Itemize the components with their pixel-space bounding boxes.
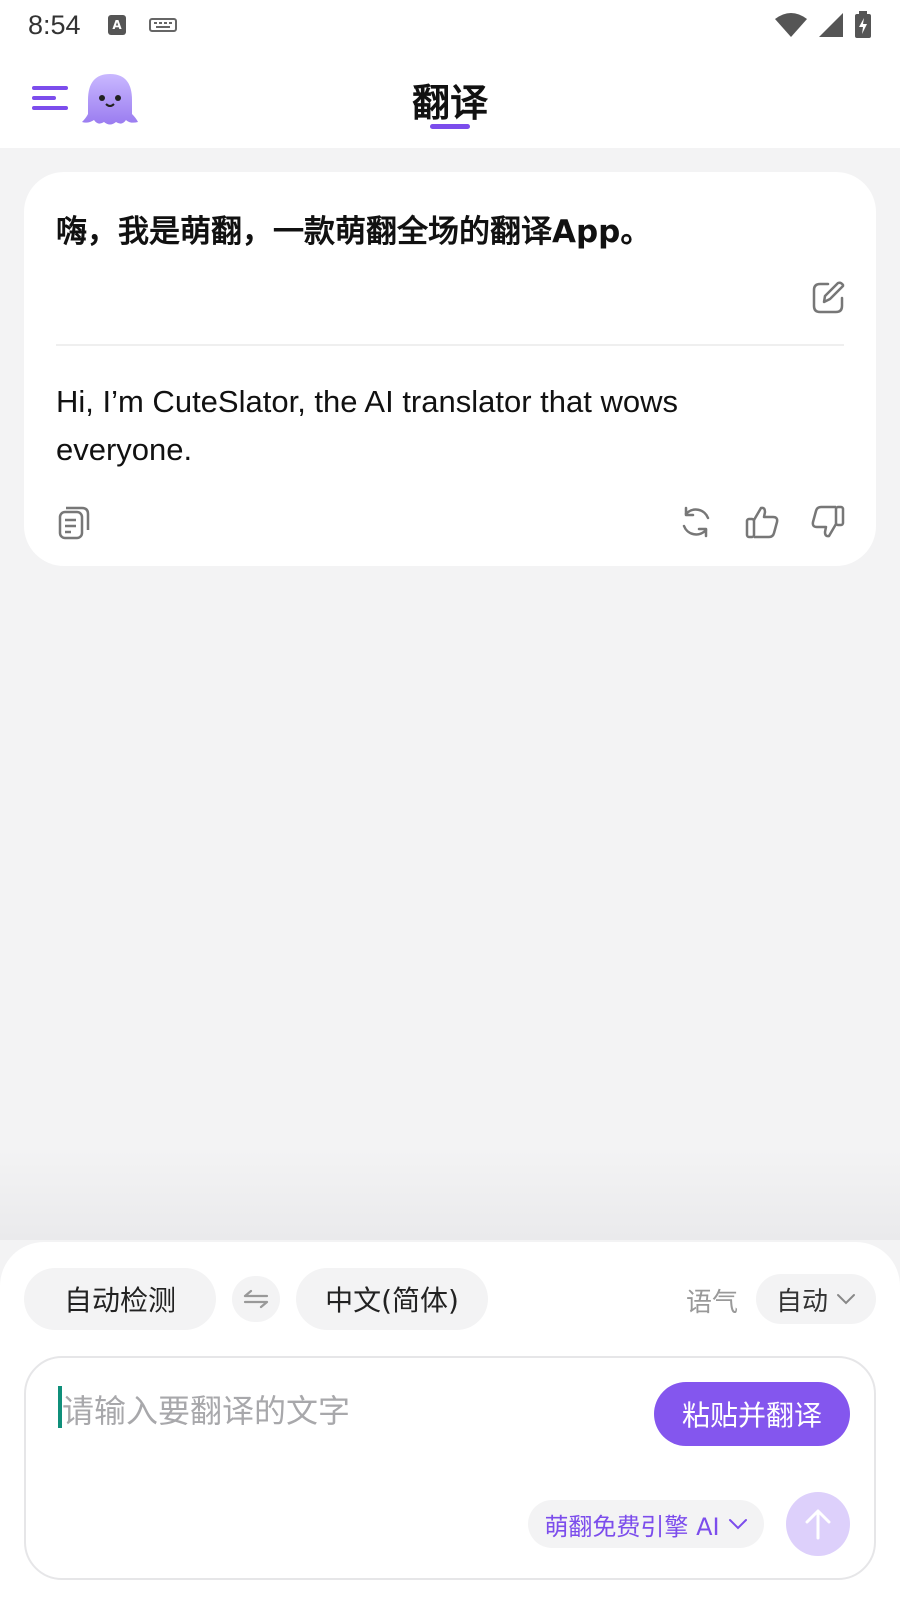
input-placeholder: 请输入要翻译的文字 bbox=[62, 1392, 351, 1430]
wifi-icon bbox=[775, 13, 807, 37]
status-time: 8:54 bbox=[28, 9, 81, 40]
refresh-icon[interactable] bbox=[678, 504, 714, 540]
input-panel: 自动检测 中文(简体) 语气 自动 请输入要翻译的文字 粘贴并翻译 萌翻免费引擎… bbox=[0, 1242, 900, 1600]
swap-icon bbox=[243, 1289, 269, 1309]
chevron-down-icon bbox=[837, 1294, 855, 1305]
translated-text[interactable]: Hi, I’m CuteSlator, the AI translator th… bbox=[56, 378, 776, 474]
edit-icon[interactable] bbox=[810, 280, 846, 316]
page-title: 翻译 bbox=[411, 81, 488, 125]
card-divider bbox=[56, 344, 844, 346]
svg-text:A: A bbox=[112, 18, 122, 32]
chevron-down-icon bbox=[728, 1519, 747, 1530]
engine-label: 萌翻免费引擎 AI bbox=[544, 1512, 720, 1541]
battery-icon bbox=[855, 11, 871, 38]
keyboard-icon bbox=[148, 18, 177, 32]
copy-icon[interactable] bbox=[56, 504, 92, 540]
send-button[interactable] bbox=[786, 1492, 850, 1556]
tone-label: 语气 bbox=[685, 1288, 738, 1318]
text-input-icon: A bbox=[107, 15, 126, 35]
target-language-button[interactable]: 中文(简体) bbox=[296, 1268, 488, 1330]
paste-and-translate-button[interactable]: 粘贴并翻译 bbox=[654, 1382, 850, 1446]
translation-card: 嗨，我是萌翻，一款萌翻全场的翻译App。 Hi, I’m CuteSlator,… bbox=[24, 172, 876, 566]
signal-icon bbox=[819, 13, 843, 37]
source-text[interactable]: 嗨，我是萌翻，一款萌翻全场的翻译App。 bbox=[56, 206, 651, 251]
thumbs-up-icon[interactable] bbox=[744, 504, 780, 540]
arrow-up-icon bbox=[805, 1509, 831, 1540]
tone-dropdown[interactable]: 自动 bbox=[756, 1274, 876, 1324]
app-header: 翻译 bbox=[0, 50, 900, 148]
language-row: 自动检测 中文(简体) 语气 自动 bbox=[24, 1268, 876, 1330]
panel-shadow bbox=[0, 1150, 900, 1240]
source-language-button[interactable]: 自动检测 bbox=[24, 1268, 216, 1330]
tone-value: 自动 bbox=[775, 1286, 828, 1317]
status-bar: 8:54 A bbox=[0, 0, 900, 50]
swap-languages-button[interactable] bbox=[232, 1276, 280, 1322]
tab-indicator bbox=[430, 124, 470, 129]
engine-dropdown[interactable]: 萌翻免费引擎 AI bbox=[528, 1500, 764, 1548]
thumbs-down-icon[interactable] bbox=[810, 504, 846, 540]
text-input-area[interactable]: 请输入要翻译的文字 粘贴并翻译 萌翻免费引擎 AI bbox=[24, 1356, 876, 1580]
